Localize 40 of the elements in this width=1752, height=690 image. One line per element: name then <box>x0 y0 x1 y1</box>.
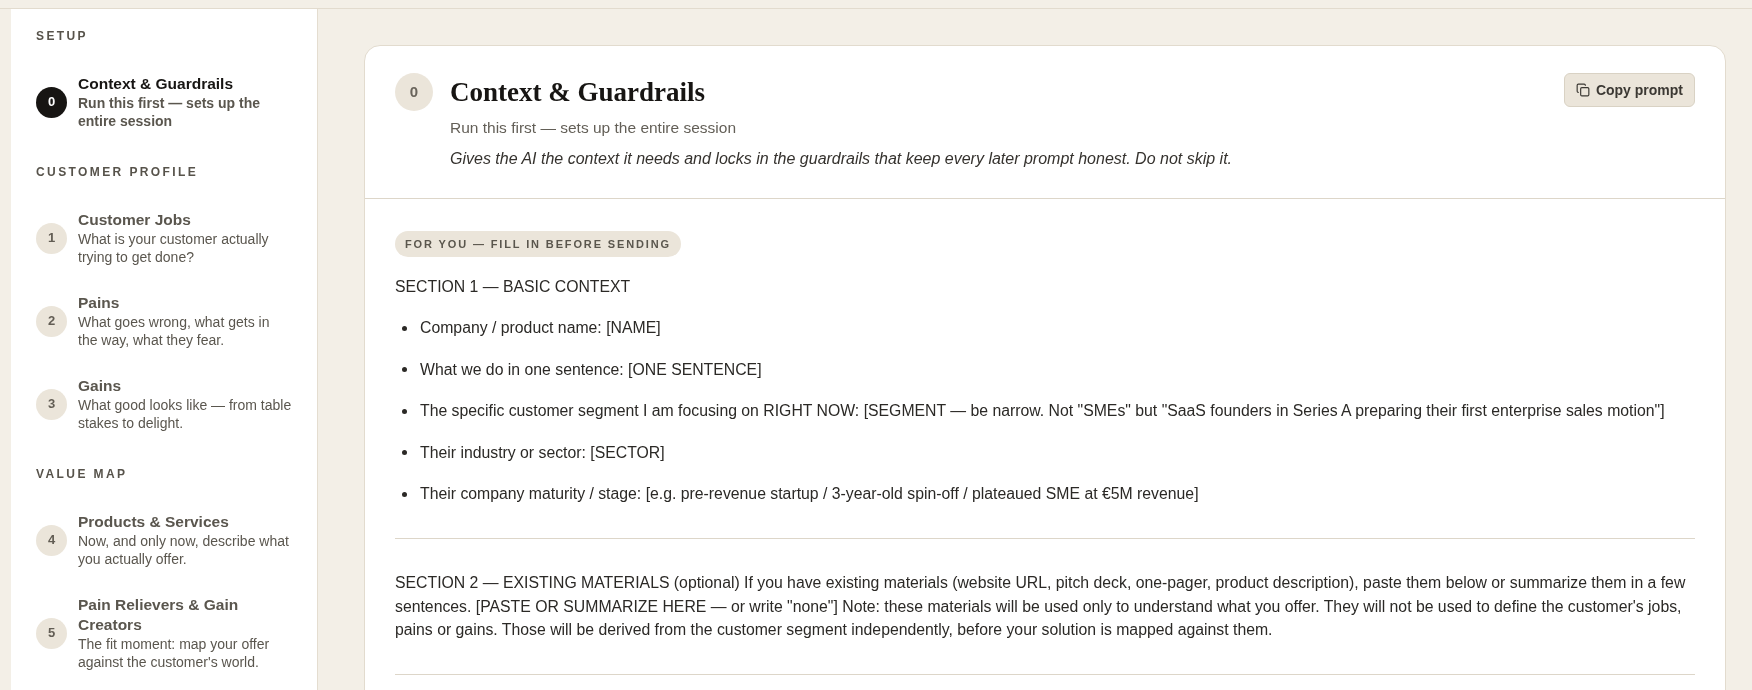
bullet-icon <box>402 367 407 372</box>
step-title[interactable]: Pain Relievers & Gain Creators <box>78 595 292 635</box>
step-number-badge: 0 <box>36 86 67 118</box>
prompt-title: Context & Guardrails <box>450 76 706 109</box>
sidebar-section-label: VALUE MAP <box>36 467 129 481</box>
step-title[interactable]: Pains <box>78 293 292 313</box>
list-item-text: Their company maturity / stage: [e.g. pre-revenue startup / 3-year-old spin-off / plateaued SME at €5M revenue] <box>420 484 1199 504</box>
sidebar-section-label: SETUP <box>36 29 89 43</box>
step-description: Run this first — sets up the entire session <box>78 94 261 130</box>
step-number-badge: 1 <box>36 222 67 254</box>
step-description: Now, and only now, describe what you actually offer. <box>78 532 290 568</box>
list-item-text: Company / product name: [NAME] <box>420 318 661 338</box>
step-description: The fit moment: map your offer against the customer's world. <box>78 635 271 671</box>
step-description: What is your customer actually trying to get done? <box>78 230 270 266</box>
section-paragraph: SECTION 2 — EXISTING MATERIALS (optional) If you have existing materials (website URL, pitch deck, one-pager, product description), paste them below or summarize them in a few sentences. [PASTE OR SUMMARIZE HERE — or write "none"] Note: these materials will be used only to understand what you offer. They will not be used to define the customer's jobs, pains or gains. Those will be derived from the customer segment independently, before your solution is mapped against them. <box>395 573 1687 640</box>
instruction-badge: FOR YOU — FILL IN BEFORE SENDING <box>395 231 681 257</box>
step-number-badge: 2 <box>36 305 67 337</box>
step-description: What goes wrong, what gets in the way, what they fear. <box>78 313 271 349</box>
copy-icon <box>1575 83 1590 97</box>
step-number-badge: 0 <box>395 73 433 111</box>
step-title[interactable]: Gains <box>78 376 292 396</box>
bullet-icon <box>402 408 407 414</box>
list-item-text: Their industry or sector: [SECTOR] <box>420 442 665 463</box>
prompt-intro: Gives the AI the context it needs and locks in the guardrails that keep every later prompt honest. Do not skip it. <box>450 149 1234 169</box>
step-title[interactable]: Products & Services <box>78 512 292 532</box>
step-number-badge: 5 <box>36 617 67 649</box>
prompt-subtitle: Run this first — sets up the entire session <box>450 118 738 138</box>
step-title[interactable]: Customer Jobs <box>78 210 292 230</box>
step-title[interactable]: Context & Guardrails <box>78 74 292 94</box>
bullet-icon <box>402 325 407 331</box>
step-number-badge: 4 <box>36 524 67 556</box>
sidebar-section-label: CUSTOMER PROFILE <box>36 165 200 179</box>
copy-prompt-button[interactable]: Copy prompt <box>1563 73 1695 107</box>
step-description: What good looks like — from table stakes to delight. <box>78 396 292 432</box>
bullet-icon <box>402 491 407 497</box>
section-heading: SECTION 1 — BASIC CONTEXT <box>395 277 632 297</box>
list-item-text: What we do in one sentence: [ONE SENTENCE] <box>420 359 762 380</box>
bullet-icon <box>402 450 407 455</box>
step-number-badge: 3 <box>36 388 67 420</box>
list-item-text: The specific customer segment I am focusing on RIGHT NOW: [SEGMENT — be narrow. Not "SMEs" but "SaaS founders in Series A preparing their first enterprise sales motion"] <box>420 401 1665 421</box>
